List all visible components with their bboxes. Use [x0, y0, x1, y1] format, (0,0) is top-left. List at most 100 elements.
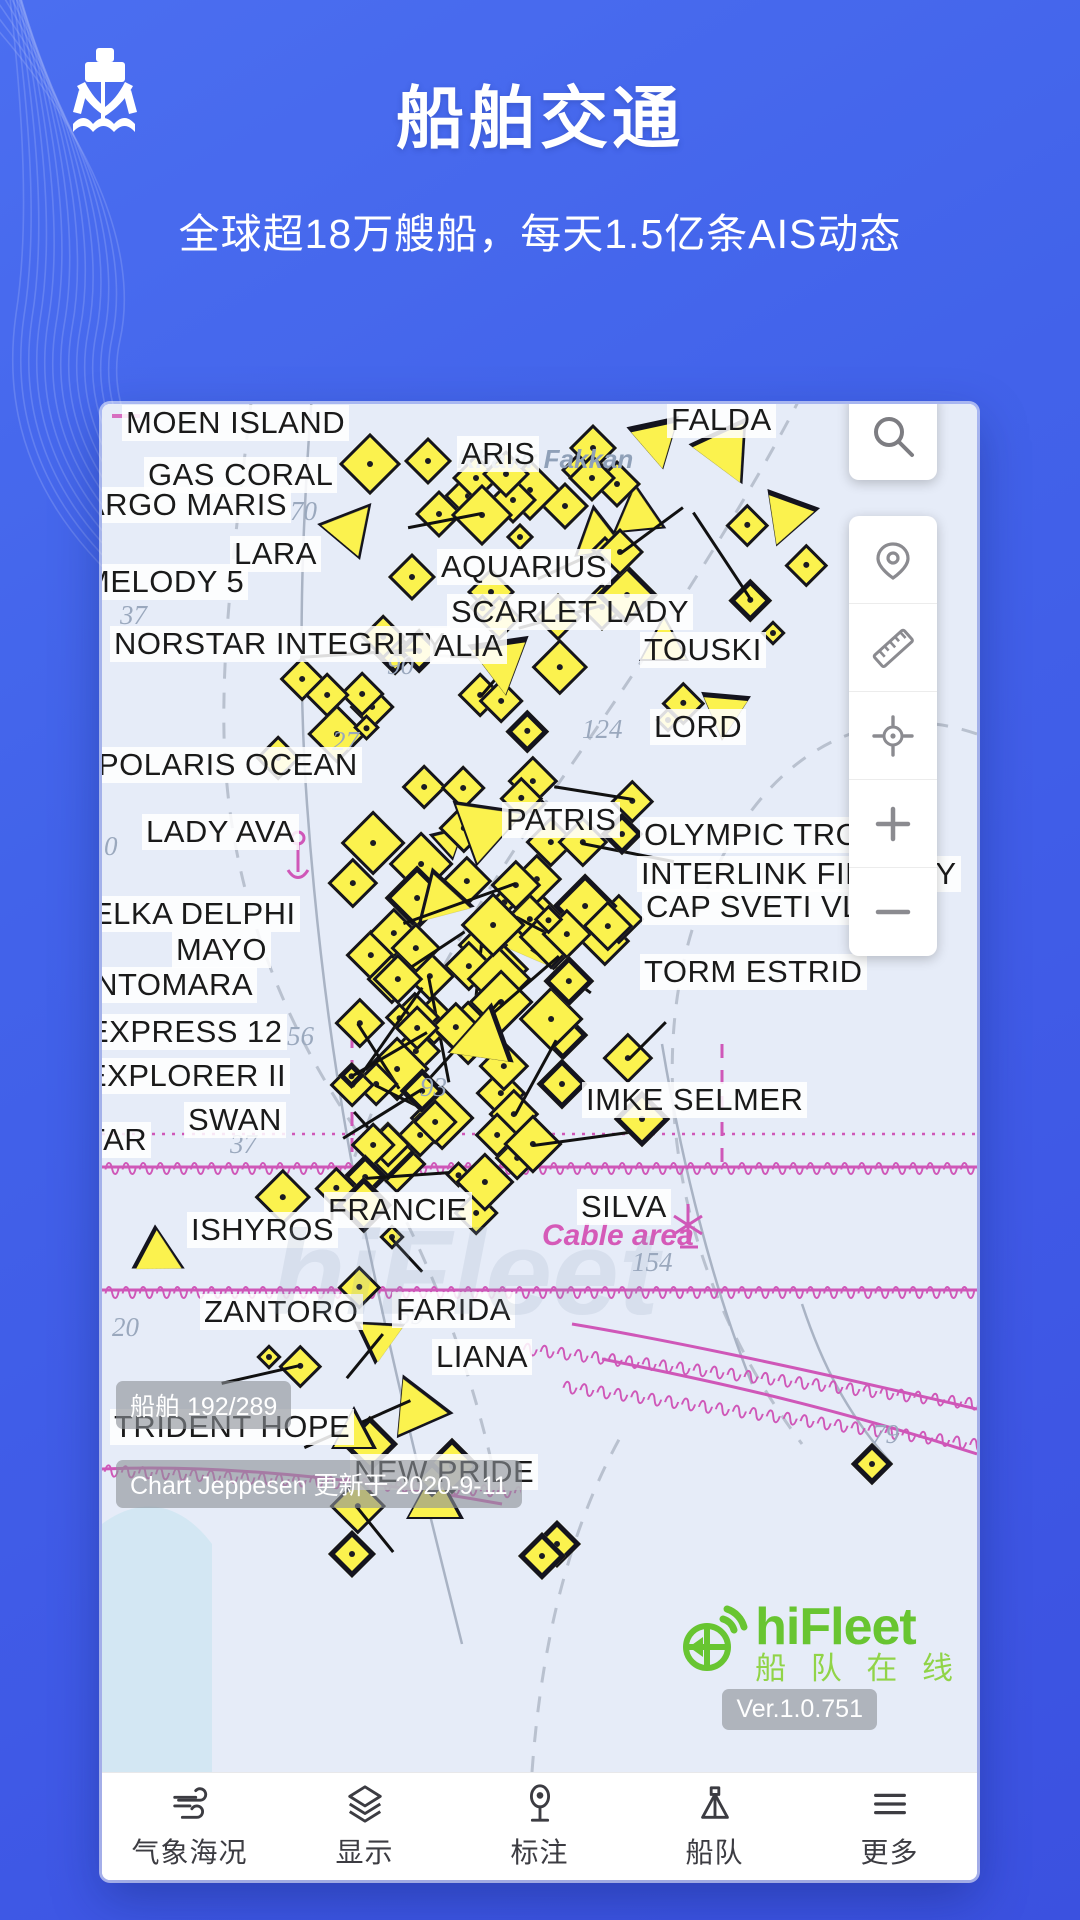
vessel-label[interactable]: FRANCIE — [324, 1192, 472, 1228]
nav-label-more: 更多 — [860, 1836, 919, 1868]
map-zoom-out-button[interactable] — [849, 868, 937, 956]
vessel-center-dot — [537, 1551, 547, 1561]
nav-item-fleet[interactable]: 船队 — [627, 1783, 802, 1871]
vessel-center-dot — [555, 662, 564, 672]
vessel-center-dot — [562, 929, 571, 938]
vessel-label[interactable]: FARIDA — [392, 1292, 515, 1328]
vessel-center-dot — [867, 1459, 877, 1469]
wind-wave-icon — [172, 1786, 207, 1819]
depth-sounding: 70 — [290, 496, 317, 526]
nav-item-more[interactable]: 更多 — [802, 1783, 977, 1871]
nav-item-weather[interactable]: 气象海况 — [102, 1783, 277, 1871]
depth-sounding: 79 — [872, 1419, 899, 1449]
vessel-label[interactable]: FALDA — [667, 404, 776, 438]
nav-item-annotate[interactable]: 标注 — [452, 1783, 627, 1871]
nav-label-display: 显示 — [335, 1836, 394, 1868]
vessel-label[interactable]: SCARLET LADY — [447, 594, 694, 630]
layers-icon — [347, 1784, 382, 1823]
vessel-center-dot — [528, 776, 538, 786]
map-locate-button[interactable] — [849, 516, 937, 604]
vessel-label[interactable]: EXPRESS 12 — [102, 1014, 287, 1050]
vessel-center-dot — [459, 784, 468, 793]
vessel-center-dot — [362, 722, 371, 732]
map-search-button[interactable] — [849, 404, 937, 480]
vessel-label[interactable]: NORSTAR INTEGRITY — [110, 626, 450, 662]
vessel-center-dot — [496, 696, 506, 706]
vessel-label[interactable]: EXPLORER II — [102, 1058, 291, 1094]
vessel-center-dot — [587, 473, 597, 483]
vessel-center-dot — [423, 456, 433, 465]
vessel-center-dot — [492, 1131, 502, 1140]
vessel-center-dot — [278, 1192, 288, 1201]
vessel-label[interactable]: TORM ESTRID — [640, 954, 867, 990]
depth-sounding: 20 — [112, 1312, 139, 1342]
vessel-label[interactable]: ELKA DELPHI — [102, 896, 300, 932]
vessel-label[interactable]: LIANA — [432, 1339, 533, 1375]
vessel-center-dot — [543, 915, 553, 924]
vessel-center-dot — [802, 560, 811, 570]
vessel-label[interactable]: POLARIS OCEAN — [102, 747, 362, 783]
vessel-label[interactable]: MOEN ISLAND — [122, 405, 350, 441]
vessel-label[interactable]: ARGO MARIS — [102, 487, 292, 523]
depth-sounding: 56 — [287, 1021, 314, 1051]
vessel-label[interactable]: SWAN — [184, 1102, 286, 1138]
map-center-button[interactable] — [849, 692, 937, 780]
vessel-center-dot — [768, 628, 778, 638]
version-badge: Ver.1.0.751 — [722, 1689, 877, 1730]
vessel-label[interactable]: TAR — [102, 1122, 152, 1158]
vessel-center-dot — [430, 1118, 439, 1127]
hifleet-mark-icon — [683, 1605, 748, 1672]
vessel-center-dot — [265, 1352, 274, 1362]
vessel-label[interactable]: LADY AVA — [142, 814, 299, 850]
map-zoom-in-button[interactable] — [849, 780, 937, 868]
hifleet-wordmark-cn: 船 队 在 线 — [755, 1650, 961, 1686]
vessel-center-dot — [557, 1079, 567, 1089]
vessel-center-dot — [742, 520, 752, 530]
vessel-center-dot — [368, 1140, 378, 1150]
vessel-center-dot — [413, 894, 422, 903]
map-measure-button[interactable] — [849, 604, 937, 692]
vessel-center-dot — [516, 532, 525, 542]
vessel-center-dot — [366, 950, 375, 959]
vessel-center-dot — [347, 1549, 357, 1559]
vessel-label[interactable]: MELODY 5 — [102, 564, 249, 600]
vessel-center-dot — [419, 782, 429, 792]
vessel-center-dot — [434, 509, 444, 518]
vessel-center-dot — [323, 690, 332, 700]
vessel-label[interactable]: LORD — [650, 709, 747, 745]
vessel-center-dot — [546, 837, 556, 847]
bottom-navigation-bar[interactable]: 气象海况 显示 标注 船队 更多 — [102, 1772, 977, 1880]
vessel-count-badge: 船舶 192/289 — [116, 1381, 292, 1429]
search-icon — [874, 417, 914, 457]
nav-label-weather: 气象海况 — [131, 1836, 248, 1868]
page-subtitle: 全球超18万艘船，每天1.5亿条AIS动态 — [178, 211, 902, 257]
vessel-label[interactable]: INTOMARA — [102, 967, 258, 1003]
hamburger-menu-icon — [873, 1793, 906, 1814]
fleet-ship-icon — [700, 1785, 729, 1819]
vessel-label[interactable]: ISHYROS — [187, 1212, 339, 1248]
depth-sounding: 93 — [420, 1072, 447, 1102]
vessel-center-dot — [365, 459, 375, 468]
vessel-center-dot — [471, 1208, 481, 1217]
vessel-center-dot — [392, 1064, 402, 1074]
nav-item-display[interactable]: 显示 — [277, 1783, 452, 1871]
vessel-center-dot — [489, 920, 498, 929]
chart-source-badge: Chart Jeppesen 更新于 2020-9-11 — [116, 1460, 522, 1508]
vessel-label[interactable]: ZANTORO — [200, 1294, 363, 1330]
vessel-label[interactable]: AQUARIUS — [437, 549, 611, 585]
vessel-label[interactable]: ARIS — [457, 436, 540, 472]
vessel-label[interactable]: MAYO — [172, 932, 271, 968]
map-marker-icon — [529, 1783, 550, 1822]
vessel-center-dot — [369, 838, 378, 848]
vessel-label[interactable]: ALIA — [430, 628, 508, 664]
vessel-center-dot — [508, 495, 518, 504]
vessel-label[interactable]: SILVA — [577, 1189, 671, 1225]
minus-icon — [875, 909, 911, 915]
vessel-center-dot — [413, 1024, 422, 1033]
vessel-label[interactable]: PATRIS — [502, 802, 621, 838]
ais-map[interactable]: ∿∿∿∿∿∿∿∿∿∿∿∿∿∿∿∿∿∿∿∿∿∿∿∿∿∿∿∿∿∿∿∿∿∿∿∿∿∿∿∿… — [102, 404, 977, 1772]
map-tool-stack[interactable] — [849, 516, 937, 956]
vessel-label[interactable]: TOUSKI — [640, 632, 766, 668]
vessel-label[interactable]: IMKE SELMER — [582, 1082, 808, 1118]
vessel-center-dot — [603, 921, 613, 931]
